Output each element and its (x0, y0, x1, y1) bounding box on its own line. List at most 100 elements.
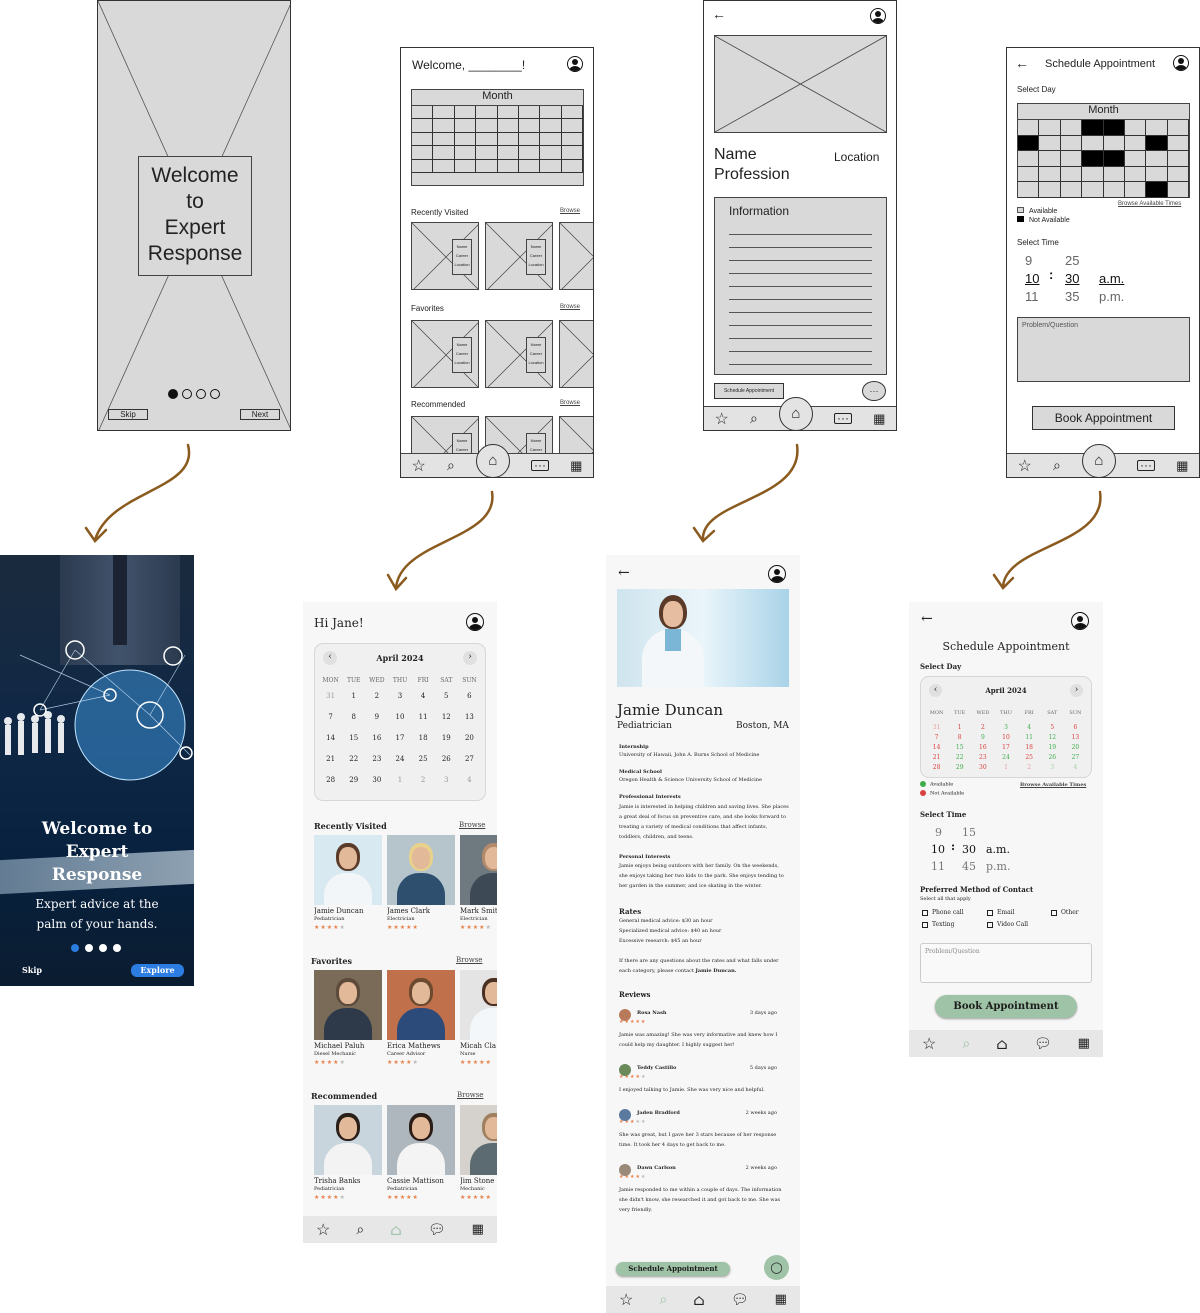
calendar-day[interactable]: 22 (948, 754, 971, 764)
search-icon[interactable]: ⌕ (750, 410, 758, 427)
calendar-day[interactable]: 27 (458, 755, 481, 776)
contact-option-other[interactable]: Other (1051, 909, 1079, 916)
calendar-cell[interactable] (540, 159, 562, 173)
calendar-cell[interactable] (497, 132, 519, 147)
checkbox[interactable] (922, 921, 928, 928)
star-icon[interactable]: ☆ (619, 1290, 633, 1309)
person-card[interactable]: Jamie Duncan Pediatrician ★★★★★ (314, 835, 382, 931)
calendar-cell[interactable] (1146, 182, 1168, 198)
hour-option[interactable]: 11 (931, 858, 945, 875)
calendar-cell[interactable] (497, 106, 519, 120)
calendar-day[interactable]: 29 (948, 764, 971, 774)
calendar-cell[interactable] (1060, 120, 1083, 136)
calendar-cell[interactable] (1039, 166, 1061, 183)
calendar-day[interactable]: 2 (1018, 764, 1041, 774)
placeholder-card[interactable]: NameCareerLocation (485, 222, 553, 290)
calendar-cell[interactable] (540, 132, 562, 147)
calendar-day[interactable]: 9 (971, 734, 994, 744)
search-icon[interactable]: ⌕ (447, 457, 455, 474)
calendar-day[interactable]: 28 (319, 776, 342, 797)
ampm-column[interactable]: a.m. p.m. (1099, 270, 1124, 306)
calendar-day[interactable]: 17 (994, 744, 1017, 754)
calendar-cell[interactable] (1167, 182, 1189, 198)
chat-icon[interactable]: 💬︎ (428, 1222, 446, 1238)
calendar-day[interactable]: 30 (971, 764, 994, 774)
calendar-day[interactable]: 6 (458, 692, 481, 713)
calendar-day[interactable]: 27 (1064, 754, 1087, 764)
calendar-day[interactable]: 29 (342, 776, 365, 797)
calendar-day[interactable]: 2 (971, 724, 994, 734)
back-arrow-icon[interactable]: ← (1015, 55, 1029, 71)
minute-column[interactable]: 25 30 35 (1065, 252, 1079, 306)
person-card[interactable]: Trisha Banks Pediatrician ★★★★★ (314, 1105, 382, 1201)
ampm-column[interactable]: a.m. p.m. (986, 841, 1010, 875)
calendar-cell[interactable] (497, 159, 519, 173)
checkbox[interactable] (987, 921, 993, 928)
calendar-cell[interactable] (561, 119, 583, 133)
calendar-day[interactable]: 3 (1041, 764, 1064, 774)
calendar-day[interactable]: 3 (388, 692, 411, 713)
ampm-selected[interactable]: a.m. (986, 841, 1010, 858)
checkbox[interactable] (922, 909, 928, 916)
calendar-day[interactable]: 8 (342, 713, 365, 734)
calendar-cell[interactable] (1060, 135, 1083, 152)
calendar-cell[interactable] (412, 106, 434, 120)
calendar-day[interactable]: 30 (365, 776, 388, 797)
calendar-cell[interactable] (540, 146, 562, 160)
calendar-icon[interactable]: ▦ (472, 1222, 484, 1237)
contact-option-texting[interactable]: Texting (922, 921, 955, 928)
calendar-cell[interactable] (1124, 166, 1147, 183)
placeholder-card[interactable]: NameCareerLocation (559, 320, 593, 388)
calendar-cell[interactable] (1082, 120, 1104, 136)
minute-option[interactable]: 35 (1065, 288, 1079, 306)
calendar-day[interactable]: 20 (458, 734, 481, 755)
person-card[interactable]: James Clark Electrician ★★★★★ (387, 835, 455, 931)
home-icon[interactable]: ⌂ (390, 1221, 401, 1239)
calendar-day[interactable]: 23 (971, 754, 994, 764)
calendar-cell[interactable] (1039, 182, 1061, 198)
minute-column[interactable]: 15 30 45 (962, 824, 976, 875)
calendar-cell[interactable] (454, 159, 477, 173)
calendar-day[interactable]: 1 (342, 692, 365, 713)
calendar-cell[interactable] (1039, 135, 1061, 152)
ampm-option[interactable]: p.m. (1099, 288, 1124, 306)
calendar-cell[interactable] (1146, 120, 1168, 136)
checkbox[interactable] (987, 909, 993, 916)
calendar-cell[interactable] (476, 146, 498, 160)
skip-button[interactable]: Skip (108, 409, 148, 420)
calendar-day[interactable]: 10 (994, 734, 1017, 744)
minute-selected[interactable]: 30 (1065, 270, 1079, 288)
hour-selected[interactable]: 10 (1025, 270, 1039, 288)
skip-button[interactable]: Skip (22, 965, 42, 975)
placeholder-card[interactable]: NameCareerLocation (559, 222, 593, 290)
calendar-cell[interactable] (433, 159, 455, 173)
ampm-option[interactable]: p.m. (986, 858, 1010, 875)
calendar-cell[interactable] (476, 132, 498, 147)
person-card[interactable]: Erica Mathews Career Advisor ★★★★★ (387, 970, 455, 1066)
back-arrow-icon[interactable]: ← (712, 6, 726, 22)
chat-button[interactable]: ◯ (764, 1255, 789, 1280)
profile-icon[interactable] (768, 565, 786, 583)
search-icon[interactable]: ⌕ (962, 1036, 970, 1052)
calendar-cell[interactable] (433, 119, 455, 133)
star-icon[interactable]: ☆ (922, 1034, 936, 1053)
calendar-cell[interactable] (1060, 182, 1083, 198)
calendar-cell[interactable] (518, 132, 541, 147)
calendar-day[interactable]: 23 (365, 755, 388, 776)
hour-column[interactable]: 9 10 11 (931, 824, 945, 875)
calendar-cell[interactable] (454, 132, 477, 147)
browse-available-times-link[interactable]: Browse Available Times (1118, 201, 1181, 207)
problem-input[interactable]: Problem/Question (920, 943, 1092, 983)
browse-link[interactable]: Browse (560, 400, 580, 406)
calendar-day[interactable]: 4 (1064, 764, 1087, 774)
calendar-day[interactable]: 5 (435, 692, 458, 713)
calendar-cell[interactable] (1124, 120, 1147, 136)
calendar-cell[interactable] (1018, 182, 1040, 198)
calendar-day[interactable]: 2 (412, 776, 435, 797)
minute-option[interactable]: 25 (1065, 252, 1079, 270)
calendar-day[interactable]: 26 (1041, 754, 1064, 764)
calendar-day[interactable]: 12 (435, 713, 458, 734)
calendar-day[interactable]: 11 (412, 713, 435, 734)
minute-option[interactable]: 45 (962, 858, 976, 875)
star-icon[interactable]: ☆ (1018, 456, 1032, 476)
